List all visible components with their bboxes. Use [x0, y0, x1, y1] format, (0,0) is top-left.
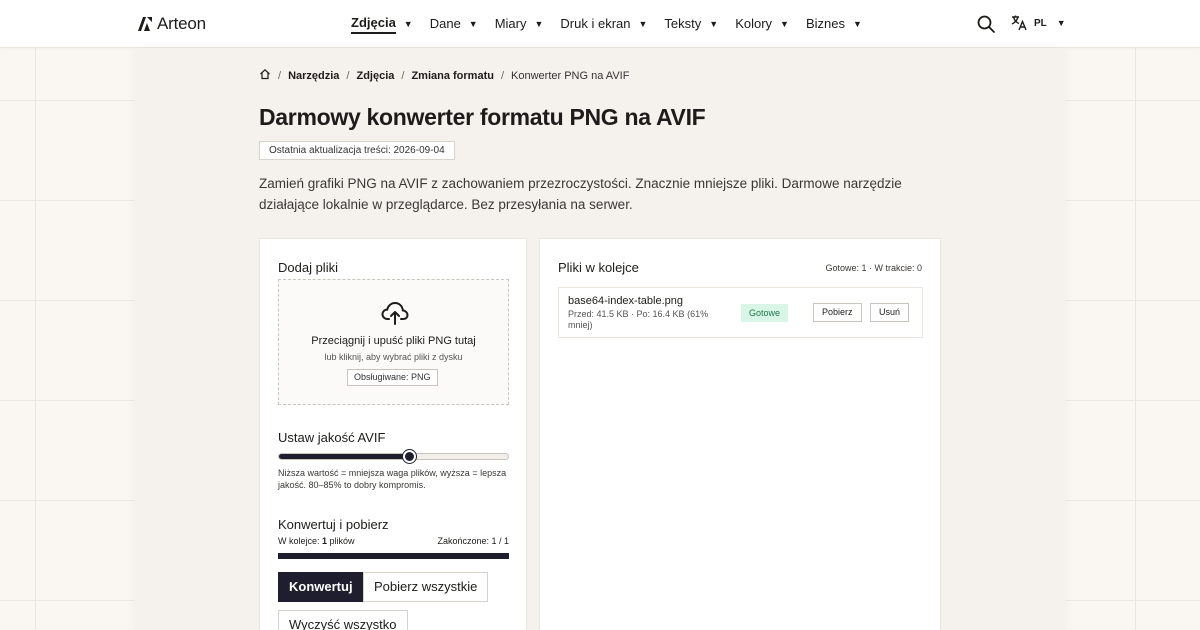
queue-suffix: plików: [327, 536, 355, 546]
file-size-info: Przed: 41.5 KB · Po: 16.4 KB (61% mniej): [568, 309, 709, 330]
breadcrumb-link-zdjecia[interactable]: Zdjęcia: [356, 70, 394, 82]
caret-down-icon: ▼: [468, 18, 478, 29]
main-nav: Zdjęcia ▼ Dane ▼ Miary ▼ Druk i ekran ▼ …: [351, 0, 879, 48]
dropzone-subtitle: lub kliknij, aby wybrać pliki z dysku: [324, 352, 463, 362]
logo[interactable]: Arteon: [137, 14, 206, 34]
queue-panel: Pliki w kolejce Gotowe: 1 · W trakcie: 0…: [539, 238, 941, 630]
caret-down-icon: ▼: [638, 18, 648, 29]
logo-mark-icon: [137, 16, 153, 32]
nav-label: Teksty: [664, 16, 702, 31]
queue-prefix: W kolejce:: [278, 536, 323, 546]
nav-item-kolory[interactable]: Kolory ▼: [735, 0, 789, 48]
page-description: Zamień grafiki PNG na AVIF z zachowaniem…: [259, 176, 902, 212]
download-all-button[interactable]: Pobierz wszystkie: [363, 572, 489, 602]
page-title: Darmowy konwerter formatu PNG na AVIF: [259, 104, 706, 130]
clear-all-button[interactable]: Wyczyść wszystko: [278, 610, 408, 630]
upload-panel: Dodaj pliki Przeciągnij i upuść pliki PN…: [259, 238, 527, 630]
nav-label: Dane: [429, 16, 461, 31]
status-badge: Gotowe: [741, 304, 789, 322]
file-dropzone[interactable]: Przeciągnij i upuść pliki PNG tutaj lub …: [278, 279, 509, 405]
breadcrumb-separator: /: [278, 69, 282, 82]
supported-formats-badge: Obsługiwane: PNG: [347, 369, 438, 386]
caret-down-icon: ▼: [709, 18, 719, 29]
nav-label: Miary: [494, 16, 527, 31]
breadcrumb-separator: /: [401, 69, 405, 82]
add-files-heading: Dodaj pliki: [278, 260, 338, 275]
convert-button[interactable]: Konwertuj: [278, 572, 364, 602]
quality-hint: Niższa wartość = mniejsza waga plików, w…: [278, 468, 507, 490]
translate-icon: [1011, 15, 1027, 31]
dropzone-title: Przeciągnij i upuść pliki PNG tutaj: [311, 335, 476, 347]
language-selector[interactable]: PL ▼: [1010, 14, 1066, 32]
quality-slider-fill: [279, 454, 410, 459]
breadcrumb-current: Konwerter PNG na AVIF: [511, 69, 630, 82]
nav-item-miary[interactable]: Miary ▼: [495, 0, 544, 48]
caret-down-icon: ▼: [853, 18, 862, 29]
nav-item-teksty[interactable]: Teksty ▼: [664, 0, 718, 48]
language-code: PL: [1034, 17, 1047, 29]
nav-label: Kolory: [735, 16, 773, 31]
breadcrumb-link-narzedzia[interactable]: Narzędzia: [288, 70, 339, 82]
queue-info: W kolejce: 1 plików Zakończone: 1 / 1: [278, 536, 509, 546]
home-icon: [260, 68, 270, 80]
top-bar: Arteon Zdjęcia ▼ Dane ▼ Miary ▼ Druk i e…: [0, 0, 1200, 48]
quality-heading: Ustaw jakość AVIF: [278, 430, 386, 445]
last-updated-badge: Ostatnia aktualizacja treści: 2026-09-04: [259, 141, 455, 160]
breadcrumb-separator: /: [346, 69, 350, 82]
convert-heading: Konwertuj i pobierz: [278, 517, 389, 532]
nav-item-dane[interactable]: Dane ▼: [430, 0, 478, 48]
search-button[interactable]: [976, 14, 996, 34]
finished-count: Zakończone: 1 / 1: [437, 536, 509, 546]
cloud-upload-icon: [381, 301, 409, 325]
queue-count-text: W kolejce: 1 plików: [278, 536, 355, 546]
nav-label: Biznes: [805, 16, 845, 31]
download-file-button[interactable]: Pobierz: [813, 303, 862, 322]
breadcrumb: / Narzędzia / Zdjęcia / Zmiana formatu /…: [259, 68, 629, 83]
caret-down-icon: ▼: [1056, 17, 1066, 28]
conversion-progress-fill: [278, 553, 509, 559]
search-icon: [977, 15, 995, 33]
list-item: base64-index-table.png Przed: 41.5 KB · …: [558, 287, 923, 338]
nav-item-zdjecia[interactable]: Zdjęcia ▼: [351, 0, 413, 48]
breadcrumb-link-zmiana-formatu[interactable]: Zmiana formatu: [411, 70, 494, 82]
nav-item-druk[interactable]: Druk i ekran ▼: [560, 0, 647, 48]
caret-down-icon: ▼: [534, 18, 544, 29]
home-link[interactable]: [259, 68, 271, 83]
nav-item-biznes[interactable]: Biznes ▼: [806, 0, 862, 48]
nav-label: Druk i ekran: [560, 16, 631, 31]
breadcrumb-separator: /: [500, 69, 505, 82]
nav-label: Zdjęcia: [351, 15, 396, 34]
queue-status-summary: Gotowe: 1 · W trakcie: 0: [825, 263, 922, 273]
queue-heading: Pliki w kolejce: [558, 260, 639, 275]
quality-slider-thumb[interactable]: [403, 450, 417, 463]
caret-down-icon: ▼: [780, 18, 789, 29]
conversion-progress-bar: [278, 553, 509, 559]
quality-slider-track[interactable]: [278, 453, 509, 460]
caret-down-icon: ▼: [403, 18, 413, 29]
remove-file-button[interactable]: Usuń: [870, 303, 910, 322]
file-name: base64-index-table.png: [568, 295, 683, 307]
logo-text: Arteon: [157, 14, 206, 33]
